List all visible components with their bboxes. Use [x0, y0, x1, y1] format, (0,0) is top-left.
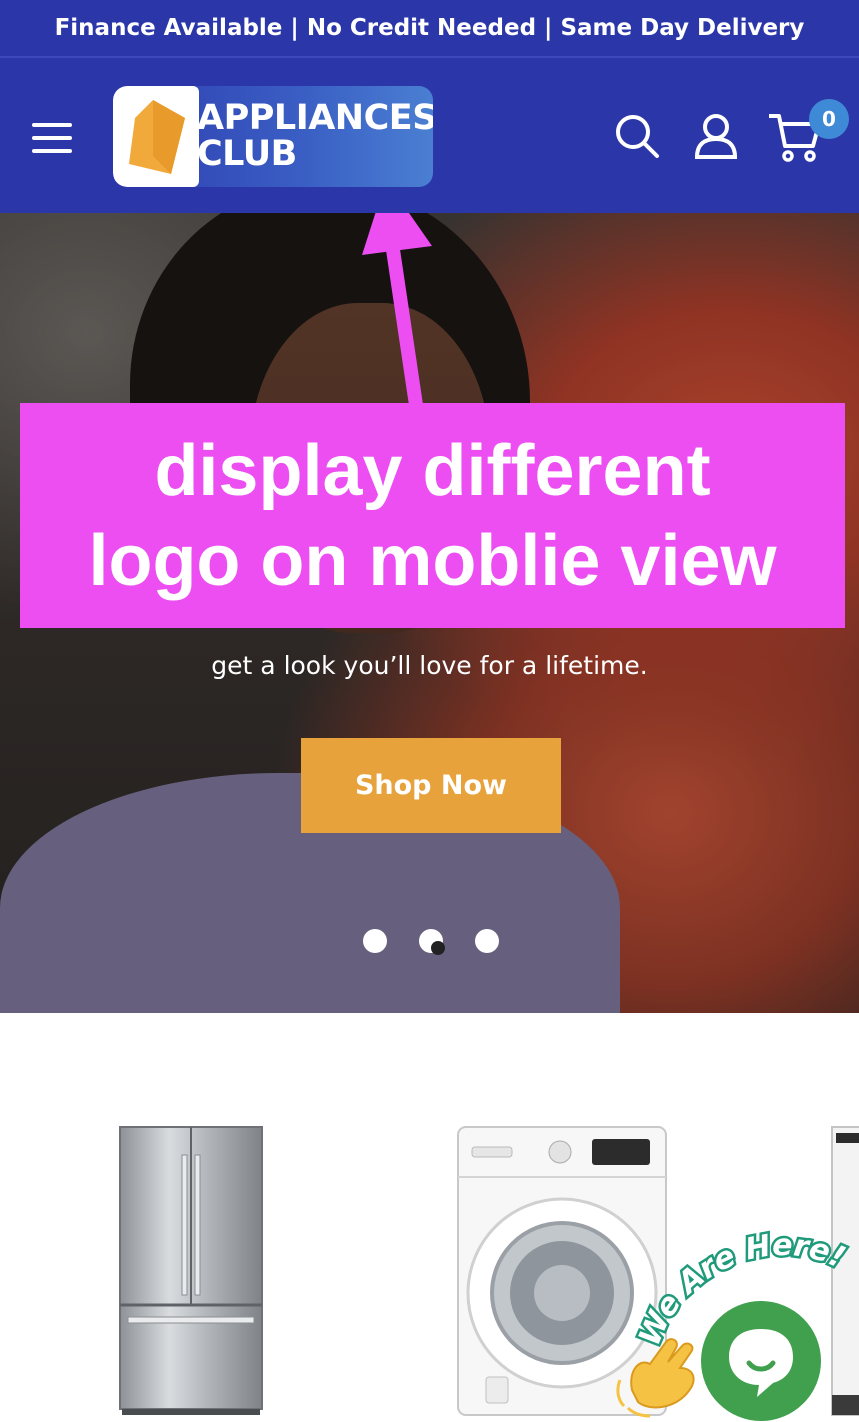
annotation-line-1: display different [154, 430, 711, 511]
announcement-text: Finance Available | No Credit Needed | S… [54, 15, 805, 41]
slide-dot-1[interactable] [363, 929, 387, 953]
chat-bubble-icon [729, 1329, 793, 1397]
hero-banner: display different logo on moblie view ge… [0, 213, 859, 1013]
slide-dot-2-active[interactable] [419, 929, 445, 955]
shop-now-button[interactable]: Shop Now [301, 738, 561, 833]
site-header: APPLIANCES CLUB 0 [0, 58, 859, 213]
slide-dot-3[interactable] [475, 929, 499, 953]
menu-icon[interactable] [32, 121, 74, 155]
logo-line-2: CLUB [197, 134, 297, 174]
annotation-line-2: logo on moblie view [88, 520, 777, 601]
product-refrigerator[interactable] [118, 1125, 264, 1419]
hero-tagline: get a look you’ll love for a lifetime. [211, 651, 648, 680]
logo-line-1: APPLIANCES [197, 98, 433, 138]
waving-hand-icon [616, 1338, 695, 1418]
cart-count-badge: 0 [809, 99, 849, 139]
refrigerator-icon [119, 1126, 263, 1415]
annotation-box: display different logo on moblie view [20, 403, 845, 628]
logo-tag-icon [113, 86, 199, 187]
chat-button[interactable] [701, 1301, 821, 1421]
search-icon[interactable] [614, 113, 660, 163]
logo-text: APPLIANCES CLUB [197, 100, 433, 172]
announcement-bar: Finance Available | No Credit Needed | S… [0, 0, 859, 58]
account-icon[interactable] [694, 113, 738, 163]
site-logo[interactable]: APPLIANCES CLUB [113, 86, 433, 187]
